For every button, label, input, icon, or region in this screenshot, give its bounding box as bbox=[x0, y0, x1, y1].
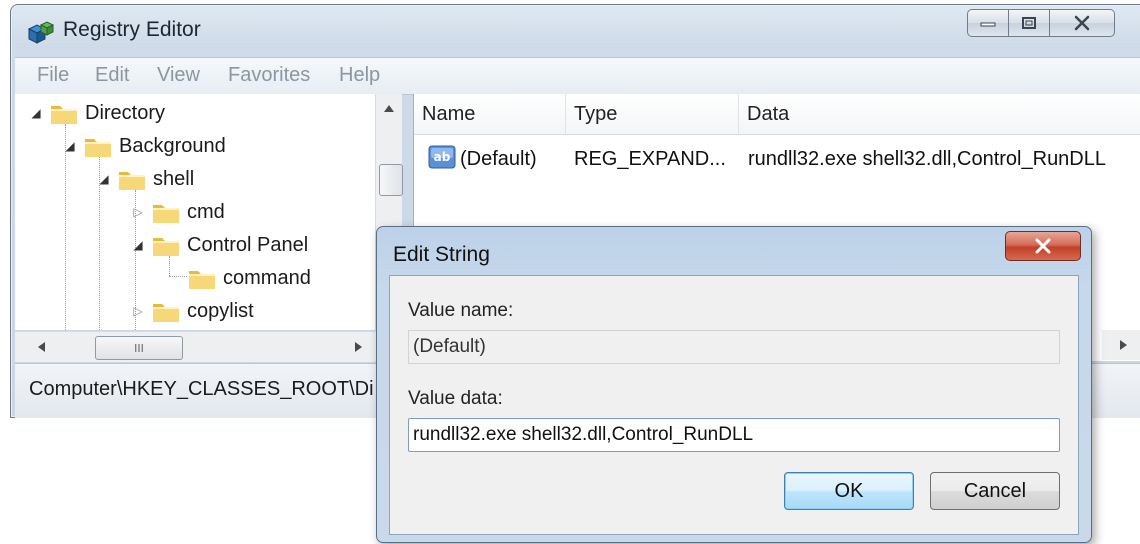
string-value-ab-icon: ab bbox=[428, 145, 456, 169]
registry-cubes-icon bbox=[27, 21, 55, 44]
menu-bar: File Edit View Favorites Help bbox=[15, 57, 1140, 95]
grip-icon: III bbox=[134, 341, 144, 355]
tree-node-label: Background bbox=[119, 134, 226, 157]
expanded-arrow-icon[interactable]: ◢ bbox=[97, 172, 111, 186]
scroll-right-arrow-icon[interactable] bbox=[1118, 339, 1128, 351]
value-name-field: (Default) bbox=[408, 330, 1060, 364]
expanded-arrow-icon[interactable]: ◢ bbox=[131, 238, 145, 252]
folder-icon bbox=[153, 205, 179, 223]
value-type-cell: REG_EXPAND... bbox=[574, 148, 726, 170]
list-header: Name Type Data bbox=[414, 94, 1140, 135]
menu-view[interactable]: View bbox=[157, 64, 200, 87]
tree-node-label: copylist bbox=[187, 299, 254, 322]
tree-node-cmd[interactable]: ▷ cmd bbox=[131, 197, 225, 227]
scroll-left-arrow-icon[interactable] bbox=[37, 341, 47, 353]
window-title: Registry Editor bbox=[63, 18, 201, 41]
tree-node-copylist[interactable]: ▷ copylist bbox=[131, 296, 254, 326]
registry-tree[interactable]: ◢ Directory ◢ Background ◢ shell ▷ cmd ◢… bbox=[15, 94, 402, 330]
folder-icon bbox=[153, 238, 179, 256]
folder-icon bbox=[51, 106, 77, 124]
folder-icon bbox=[119, 172, 145, 190]
value-data-input[interactable] bbox=[408, 418, 1060, 452]
menu-favorites[interactable]: Favorites bbox=[228, 64, 310, 87]
table-row[interactable]: ab (Default) REG_EXPAND... rundll32.exe … bbox=[414, 138, 1140, 178]
folder-icon bbox=[153, 304, 179, 322]
status-path: Computer\HKEY_CLASSES_ROOT\Di bbox=[29, 378, 374, 400]
tree-horizontal-scroll-thumb[interactable]: III bbox=[95, 336, 183, 360]
tree-node-background[interactable]: ◢ Background bbox=[63, 131, 226, 161]
tree-node-directory[interactable]: ◢ Directory bbox=[29, 98, 165, 128]
scroll-right-arrow-icon[interactable] bbox=[353, 341, 363, 353]
value-data-cell: rundll32.exe shell32.dll,Control_RunDLL bbox=[748, 148, 1106, 170]
value-name-cell: (Default) bbox=[460, 148, 537, 170]
close-icon bbox=[1035, 238, 1051, 254]
folder-icon bbox=[189, 271, 215, 289]
expanded-arrow-icon[interactable]: ◢ bbox=[63, 139, 77, 153]
tree-vertical-scroll-thumb[interactable] bbox=[379, 164, 403, 196]
list-horizontal-scrollbar[interactable] bbox=[1102, 330, 1140, 360]
close-button[interactable] bbox=[1049, 9, 1115, 37]
scroll-up-arrow-icon[interactable] bbox=[383, 104, 395, 114]
ok-button[interactable]: OK bbox=[784, 472, 914, 510]
tree-node-control-panel[interactable]: ◢ Control Panel bbox=[131, 230, 308, 260]
value-name-label: Value name: bbox=[408, 300, 514, 321]
tree-node-shell[interactable]: ◢ shell bbox=[97, 164, 194, 194]
tree-horizontal-scrollbar[interactable]: III bbox=[15, 331, 375, 362]
tree-node-label: shell bbox=[153, 167, 195, 190]
tree-node-label: command bbox=[223, 266, 311, 289]
column-header-data[interactable]: Data bbox=[739, 94, 1140, 134]
dialog-body: Value name: (Default) Value data: OK Can… bbox=[389, 275, 1079, 535]
close-icon bbox=[1074, 15, 1090, 31]
minimize-icon bbox=[980, 22, 996, 27]
menu-edit[interactable]: Edit bbox=[95, 64, 129, 87]
collapsed-arrow-icon[interactable]: ▷ bbox=[131, 205, 145, 219]
edit-string-dialog: Edit String Value name: (Default) Value … bbox=[376, 226, 1092, 543]
cancel-button[interactable]: Cancel bbox=[930, 472, 1060, 510]
menu-file[interactable]: File bbox=[37, 64, 69, 87]
dialog-close-button[interactable] bbox=[1005, 231, 1081, 261]
tree-node-label: Control Panel bbox=[187, 233, 309, 256]
minimize-button[interactable] bbox=[967, 9, 1009, 37]
column-header-name[interactable]: Name bbox=[414, 94, 566, 134]
column-header-type[interactable]: Type bbox=[566, 94, 739, 134]
collapsed-arrow-icon[interactable]: ▷ bbox=[131, 304, 145, 318]
maximize-icon bbox=[1022, 17, 1036, 29]
value-data-label: Value data: bbox=[408, 388, 503, 409]
maximize-button[interactable] bbox=[1008, 9, 1050, 37]
svg-text:ab: ab bbox=[434, 150, 451, 164]
menu-help[interactable]: Help bbox=[339, 64, 380, 87]
title-bar[interactable]: Registry Editor bbox=[11, 5, 1140, 57]
expanded-arrow-icon[interactable]: ◢ bbox=[29, 106, 43, 120]
tree-node-label: Directory bbox=[85, 101, 166, 124]
tree-node-command[interactable]: command bbox=[181, 263, 311, 293]
dialog-title: Edit String bbox=[393, 243, 490, 266]
folder-icon bbox=[85, 139, 111, 157]
tree-node-label: cmd bbox=[187, 200, 225, 223]
